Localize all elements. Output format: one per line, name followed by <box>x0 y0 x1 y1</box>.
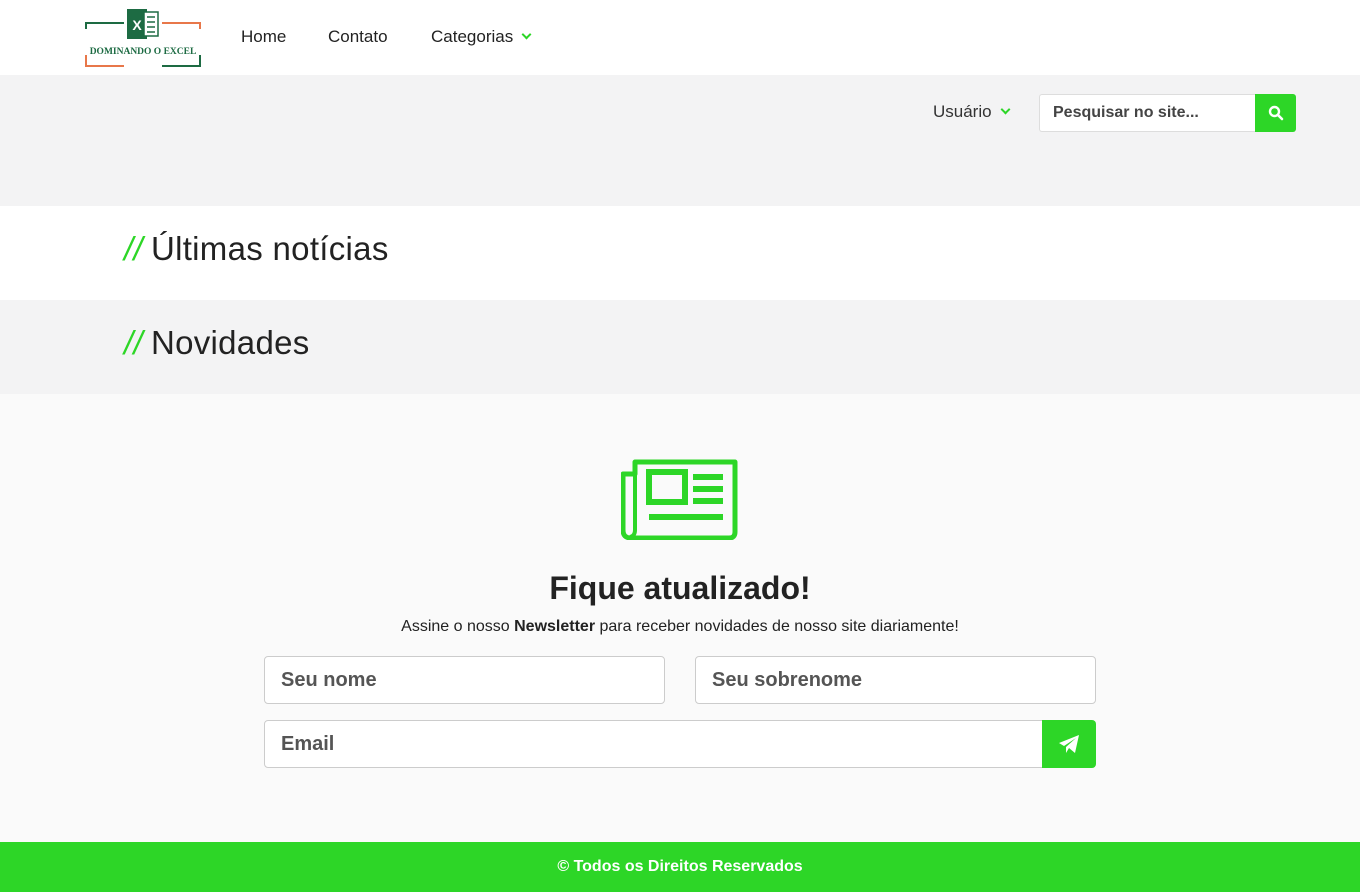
nav-categorias[interactable]: Categorias <box>431 26 532 48</box>
first-name-field[interactable] <box>264 656 665 704</box>
subtitle-bold: Newsletter <box>514 618 596 635</box>
last-name-field[interactable] <box>695 656 1096 704</box>
logo-badge-text: X <box>132 17 142 33</box>
newsletter-title: Fique atualizado! <box>549 570 811 606</box>
newspaper-icon <box>620 458 739 541</box>
heading-slash: // <box>124 324 143 361</box>
search-input[interactable] <box>1039 94 1256 132</box>
news-section: //Novidades <box>0 300 1360 394</box>
user-menu-label: Usuário <box>933 102 992 121</box>
email-field[interactable] <box>264 720 1043 768</box>
subscribe-button[interactable] <box>1042 720 1096 768</box>
search-button[interactable] <box>1255 94 1296 132</box>
user-menu[interactable]: Usuário <box>933 101 1011 123</box>
footer-text: © Todos os Direitos Reservados <box>557 858 803 875</box>
logo-text: DOMINANDO O EXCEL <box>90 47 197 57</box>
nav-home[interactable]: Home <box>241 26 286 48</box>
latest-news-heading: //Últimas notícias <box>124 229 389 269</box>
heading-slash: // <box>124 230 143 267</box>
chevron-down-icon <box>521 29 532 40</box>
search-icon <box>1268 105 1283 121</box>
subtitle-before: Assine o nosso <box>401 618 515 635</box>
subtitle-after: para receber novidades de nosso site dia… <box>595 618 959 635</box>
nav-contato[interactable]: Contato <box>328 26 388 48</box>
footer: © Todos os Direitos Reservados <box>0 842 1360 892</box>
chevron-down-icon <box>1000 104 1011 115</box>
newsletter-subtitle: Assine o nosso Newsletter para receber n… <box>0 617 1360 637</box>
site-logo[interactable]: X DOMINANDO O EXCEL <box>84 7 202 69</box>
paper-plane-icon <box>1059 735 1079 753</box>
nav-categorias-label: Categorias <box>431 27 514 46</box>
news-heading: //Novidades <box>124 323 310 363</box>
excel-logo-icon: X DOMINANDO O EXCEL <box>85 9 201 67</box>
latest-news-title: Últimas notícias <box>150 230 389 267</box>
latest-news-section: //Últimas notícias <box>0 206 1360 300</box>
top-navbar: X DOMINANDO O EXCEL Home Contato Categor… <box>0 0 1360 75</box>
news-title: Novidades <box>150 324 310 361</box>
